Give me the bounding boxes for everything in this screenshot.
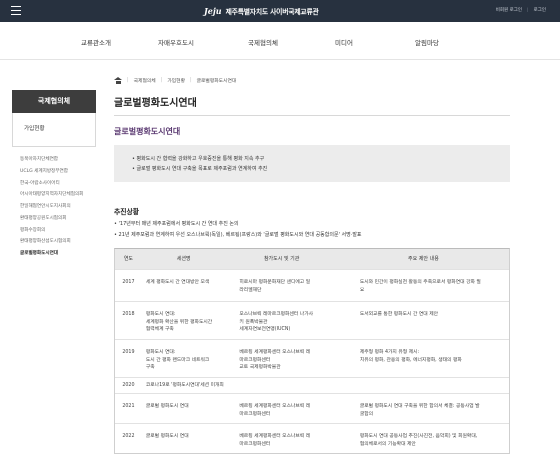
cell-content: 도서외교를 통한 평화도시 간 연대 제안 <box>359 312 439 317</box>
cell-year: 2017 <box>122 280 135 285</box>
top-links: 비회원 로그인 | 로그인 <box>496 7 546 14</box>
sidebar-item[interactable]: 환태평양화산섬도시협의회 <box>20 237 96 248</box>
table-header: 연도 세션명 참가도시 및 기관 주요 제안 내용 <box>115 249 509 269</box>
progress-item: • '17년부터 매년 제주포럼에서 평화도시 간 연대 추진 논의 <box>114 221 239 227</box>
divider: | <box>189 78 192 83</box>
divider: | <box>527 7 529 13</box>
cell-year: 2022 <box>122 434 135 439</box>
cell-cities: 베르됭 세계평화센터 오스나브뤽 레 마르크평화센터 <box>239 434 311 447</box>
main-navigation: 교류관소개 자매우호도시 국제협의체 미디어 알림마당 <box>0 22 560 60</box>
menu-icon[interactable] <box>11 6 21 15</box>
nav-item-notice[interactable]: 알림마당 <box>415 37 439 47</box>
top-bar: Jeju 제주특별자치도 사이버국제교류관 비회원 로그인 | 로그인 <box>0 0 560 22</box>
logo-text: 제주특별자치도 사이버국제교류관 <box>225 8 319 16</box>
cell-content: 제주형 평화 4가지 유형 제시: 치유의 평화, 관용의 평화, 에너지평화, … <box>359 350 462 363</box>
breadcrumb-item[interactable]: 국제협의체 <box>134 77 156 84</box>
breadcrumb-item-current: 글로벌평화도시연대 <box>196 79 237 84</box>
table-body: 2017 세계 평화도시 간 연대방안 모색 히로시마 평화문화재단 샌디에고 일라… <box>115 269 509 453</box>
sidebar-item-active[interactable]: 글로벌평화도시연대 <box>20 248 96 260</box>
breadcrumb: | 국제협의체 | 가입현황 | 글로벌평화도시연대 <box>114 77 236 84</box>
sidebar-title: 국제협의체 <box>12 90 96 113</box>
sidebar-item[interactable]: 아시아태평양지역자치단체협의회 <box>20 190 96 201</box>
cell-cities: 베르됭 세계평화센터 오스나브뤽 레 마르크평화센터 교토 국제평화박물관 <box>239 350 311 370</box>
summary-line: • 글로벌 평화도시 연대 구축을 목표로 제주포럼과 연계하여 추진 <box>132 166 268 172</box>
header-session: 세션명 <box>176 256 191 262</box>
sidebar-item[interactable]: 환태평양공원도시협의회 <box>20 213 96 225</box>
breadcrumb-item[interactable]: 가입현황 <box>167 77 185 84</box>
cell-content: 평화도시 연대 공동사업 추진(사진전, 음악회) 및 회원확대, 협의체로서의 … <box>359 434 478 447</box>
table-row: 2018 평화도시 연대: 세계평화 확산을 위한 평화도시간 협력체계 구축 오스나브… <box>115 301 509 339</box>
cell-cities: 히로시마 평화문화재단 샌디에고 일 라리엘재단 <box>239 280 311 293</box>
cell-content: 글로벌 평화도시 연대 구축을 위한 합의서 체결: 공동사업 발 굴합의 <box>359 404 480 417</box>
cell-cities: 베르됭 세계평화센터 오스나브뤽 레 마르크평화센터 <box>239 404 311 417</box>
summary-box: • 평화도시 간 협력을 강화하고 우호증진을 통해 평화 지속 추구 • 글로… <box>114 145 510 182</box>
sidebar-sub-menu[interactable]: 가입현황 <box>12 113 96 147</box>
nav-item-intro[interactable]: 교류관소개 <box>81 37 111 47</box>
login-link[interactable]: 로그인 <box>534 7 546 13</box>
cell-session: 글로벌 평화도시 연대 <box>145 434 189 439</box>
cell-note: 코로나19로 '평화도시연대'세션 미개최 <box>145 383 224 388</box>
sidebar: 국제협의체 가입현황 동북아자치단체연합 UCLG 세계지방정부연합 한국-아랍… <box>12 90 96 260</box>
guest-login-link[interactable]: 비회원 로그인 <box>496 7 522 13</box>
history-table: 연도 세션명 참가도시 및 기관 주요 제안 내용 2017 세계 평화도시 간 … <box>114 248 510 454</box>
header-year: 연도 <box>123 256 134 262</box>
table-row: 2019 평화도시 연대: 도시 간 평화 랜드마크 네트워크 구축 베르됭 세계평화센… <box>115 339 509 377</box>
table-row: 2022 글로벌 평화도시 연대 베르됭 세계평화센터 오스나브뤽 레 마르크평화센터… <box>115 423 509 453</box>
section-heading: 글로벌평화도시연대 <box>114 127 181 136</box>
cell-content: 도시와 민간이 평화실천 활동의 주축으로서 평화연대 강화 필요 <box>359 280 481 293</box>
sidebar-item[interactable]: 동북아자치단체연합 <box>20 154 96 166</box>
progress-heading: 추진상황 <box>114 208 140 216</box>
page-title: 글로벌평화도시연대 <box>114 98 197 109</box>
cell-year: 2021 <box>122 404 135 409</box>
site-logo[interactable]: Jeju 제주특별자치도 사이버국제교류관 <box>204 3 319 19</box>
divider: | <box>127 78 129 83</box>
summary-line: • 평화도시 간 협력을 강화하고 우호증진을 통해 평화 지속 추구 <box>132 156 265 162</box>
progress-list: • '17년부터 매년 제주포럼에서 평화도시 간 연대 추진 논의 • 21년… <box>114 219 362 241</box>
sidebar-item[interactable]: 평화수장회의 <box>20 225 96 237</box>
table-row: 2017 세계 평화도시 간 연대방안 모색 히로시마 평화문화재단 샌디에고 일라… <box>115 269 509 301</box>
cell-session: 평화도시 연대: 도시 간 평화 랜드마크 네트워크 구축 <box>145 350 210 370</box>
cell-year: 2018 <box>122 312 135 317</box>
sidebar-item[interactable]: 한국-아랍소사이어티 <box>20 178 96 190</box>
sidebar-list: 동북아자치단체연합 UCLG 세계지방정부연합 한국-아랍소사이어티 아시아태평… <box>12 154 96 260</box>
divider: | <box>160 78 163 83</box>
table-row: 2021 글로벌 평화도시 연대 베르됭 세계평화센터 오스나브뤽 레 마르크평화센터… <box>115 393 509 423</box>
cell-session: 글로벌 평화도시 연대 <box>145 404 189 409</box>
nav-item-media[interactable]: 미디어 <box>335 37 353 47</box>
home-icon[interactable] <box>114 77 122 84</box>
nav-item-council[interactable]: 국제협의체 <box>248 37 278 47</box>
cell-year: 2020 <box>122 383 135 388</box>
cell-session: 평화도시 연대: 세계평화 확산을 위한 평화도시간 협력체계 구축 <box>145 312 213 332</box>
header-cities: 참가도시 및 기관 <box>263 256 300 262</box>
cell-cities: 오스나브뤽 레마르크평화센터 나가사 키 원폭박물관 세계자연보전연맹(IUCN) <box>239 312 314 332</box>
nav-item-sister-cities[interactable]: 자매우호도시 <box>158 37 194 47</box>
sidebar-item[interactable]: UCLG 세계지방정부연합 <box>20 166 96 178</box>
table-row: 2020 코로나19로 '평화도시연대'세션 미개최 <box>115 377 509 393</box>
sidebar-item[interactable]: 한일해협연안시도지사회의 <box>20 201 96 213</box>
cell-year: 2019 <box>122 350 135 355</box>
logo-mark: Jeju <box>204 6 222 16</box>
progress-item: • 21년 제주포럼과 연계하여 우선 오스나브뤽(독일), 베르됭(프랑스)와… <box>114 232 362 238</box>
divider <box>114 115 510 116</box>
cell-session: 세계 평화도시 간 연대방안 모색 <box>145 280 210 285</box>
header-content: 주요 제안 내용 <box>408 256 439 262</box>
